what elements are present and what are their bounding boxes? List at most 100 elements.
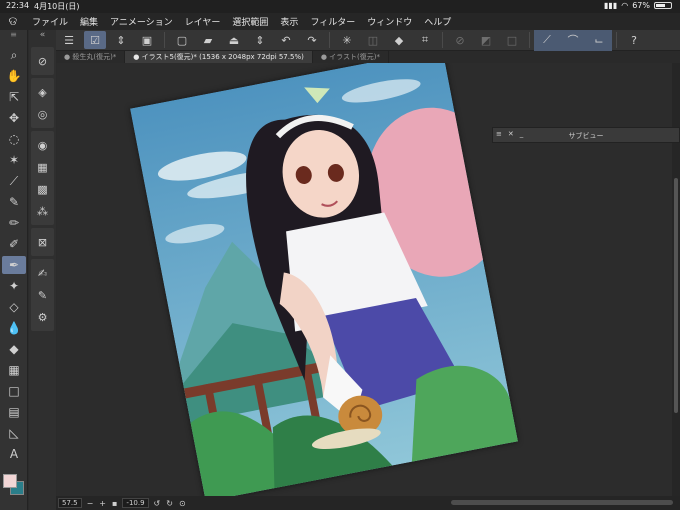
reset-rotation-icon[interactable]: ⊙ xyxy=(179,499,186,508)
clock-time: 22:34 xyxy=(6,1,30,10)
menu-edit[interactable]: 編集 xyxy=(74,15,104,28)
navigator-icon[interactable]: ⊘ xyxy=(31,51,54,71)
frame-icon[interactable]: □ xyxy=(501,31,523,49)
ruler-tools-group: ⟋ ⌒ ⌙ xyxy=(534,29,612,51)
main-color-swatch[interactable] xyxy=(3,474,17,488)
rotate-left-icon[interactable]: ↺ xyxy=(154,499,161,508)
ruler-curve-icon[interactable]: ⌒ xyxy=(562,31,584,49)
gradient-icon[interactable]: ◩ xyxy=(475,31,497,49)
battery-percent: 67% xyxy=(632,1,650,10)
sub-group-4: ⊠ xyxy=(31,228,54,256)
toggle-arrows-icon[interactable]: ⇕ xyxy=(110,31,132,49)
ruler-straight-icon[interactable]: ⌙ xyxy=(588,31,610,49)
menu-help[interactable]: ヘルプ xyxy=(418,15,457,28)
tab-document-3[interactable]: ● イラスト(復元)* xyxy=(313,51,389,63)
redo-icon[interactable]: ↷ xyxy=(301,31,323,49)
sub-view-title: サブビュー xyxy=(568,132,604,140)
vertical-scroll-thumb[interactable] xyxy=(674,178,678,413)
figure-icon[interactable]: □ xyxy=(2,382,26,400)
horizontal-scroll-thumb[interactable] xyxy=(451,500,673,505)
menu-view[interactable]: 表示 xyxy=(274,15,304,28)
menu-filter[interactable]: フィルター xyxy=(304,15,361,28)
text-icon[interactable]: A xyxy=(2,445,26,463)
expand-arrows-icon[interactable]: « xyxy=(29,30,56,44)
airbrush-icon[interactable]: ✒ xyxy=(2,256,26,274)
fit-icon[interactable]: ▪ xyxy=(112,499,117,508)
screen-icon[interactable]: ▣ xyxy=(136,31,158,49)
brush-icon[interactable]: ✐ xyxy=(2,235,26,253)
hamburger-menu-icon[interactable]: ☰ xyxy=(58,31,80,49)
operation-icon[interactable]: ⇱ xyxy=(2,88,26,106)
material-icon[interactable]: ⊠ xyxy=(31,232,54,252)
battery-icon xyxy=(654,2,672,9)
ruler-line-icon[interactable]: ⟋ xyxy=(536,31,558,49)
menu-window[interactable]: ウィンドウ xyxy=(361,15,418,28)
undo-icon[interactable]: ↶ xyxy=(275,31,297,49)
ruler-icon[interactable]: ◺ xyxy=(2,424,26,442)
pen-icon[interactable]: ✎ xyxy=(2,193,26,211)
battery-level xyxy=(656,4,666,7)
color-history-icon[interactable]: ⁂ xyxy=(31,201,54,221)
no-selection-icon[interactable]: ⊘ xyxy=(449,31,471,49)
open-folder-icon[interactable]: ▰ xyxy=(197,31,219,49)
sub-view-panel: ≡ ✕ _ サブビュー xyxy=(492,127,680,143)
hand-icon[interactable]: ✋ xyxy=(2,67,26,85)
eyedropper-icon[interactable]: ⟋ xyxy=(2,172,26,190)
blend-icon[interactable]: 💧 xyxy=(2,319,26,337)
sub-group-5: ✍ ✎ ⚙ xyxy=(31,259,54,331)
palette-handle-icon[interactable]: ≡ xyxy=(0,30,27,44)
menu-file[interactable]: ファイル xyxy=(26,15,74,28)
canvas-status-bar: 57.5 − + ▪ -10.9 ↺ ↻ ⊙ xyxy=(56,496,680,510)
color-swatches[interactable] xyxy=(3,474,25,496)
zoom-field[interactable]: 57.5 xyxy=(58,498,82,508)
fill-icon[interactable]: ◆ xyxy=(2,340,26,358)
document-tabs: ● 殺生丸(復元)* ● イラスト5(復元)* (1536 x 2048px 7… xyxy=(56,51,680,63)
sub-group-1: ⊘ xyxy=(31,47,54,75)
menu-bar: ଡ ファイル 編集 アニメーション レイヤー 選択範囲 表示 フィルター ウィン… xyxy=(0,13,680,30)
menu-layer[interactable]: レイヤー xyxy=(179,15,227,28)
zoom-out-icon[interactable]: − xyxy=(87,499,94,508)
clock-date: 4月10日(日) xyxy=(34,2,80,11)
layer-property-icon[interactable]: ◎ xyxy=(31,104,54,124)
eraser-icon[interactable]: ◇ xyxy=(2,298,26,316)
move-icon[interactable]: ✥ xyxy=(2,109,26,127)
gradient-tool-icon[interactable]: ▦ xyxy=(2,361,26,379)
menu-animation[interactable]: アニメーション xyxy=(104,15,179,28)
magic-wand-icon[interactable]: ✶ xyxy=(2,151,26,169)
artwork-illustration xyxy=(130,63,518,496)
rotate-right-icon[interactable]: ↻ xyxy=(166,499,173,508)
clear-icon[interactable]: ◫ xyxy=(362,31,384,49)
brush-settings-icon[interactable]: ✍ xyxy=(31,263,54,283)
brush-settings-gear-icon[interactable]: ⚙ xyxy=(31,307,54,327)
new-file-icon[interactable]: ▢ xyxy=(171,31,193,49)
color-wheel-icon[interactable]: ◉ xyxy=(31,135,54,155)
separator xyxy=(329,32,330,48)
lasso-icon[interactable]: ◌ xyxy=(2,130,26,148)
sub-group-3: ◉ ▦ ▩ ⁂ xyxy=(31,131,54,225)
help-icon[interactable]: ? xyxy=(623,31,645,49)
layer-panel-icon[interactable]: ◈ xyxy=(31,82,54,102)
fill-bucket-icon[interactable]: ◆ xyxy=(388,31,410,49)
zoom-icon[interactable]: ⌕ xyxy=(2,46,26,64)
crop-icon[interactable]: ⌗ xyxy=(414,31,436,49)
tab-document-1[interactable]: ● 殺生丸(復元)* xyxy=(56,51,126,63)
save-icon[interactable]: ⏏ xyxy=(223,31,245,49)
menu-selection[interactable]: 選択範囲 xyxy=(226,15,274,28)
intermediate-color-icon[interactable]: ▩ xyxy=(31,179,54,199)
frame-border-icon[interactable]: ▤ xyxy=(2,403,26,421)
device-status-bar: 22:34 4月10日(日) ▮▮▮ ◠ 67% xyxy=(0,0,680,13)
separator xyxy=(529,32,530,48)
zoom-in-icon[interactable]: + xyxy=(99,499,106,508)
layers-up-icon[interactable]: ⇕ xyxy=(249,31,271,49)
edit-check-icon[interactable]: ☑ xyxy=(84,31,106,49)
tab-document-2[interactable]: ● イラスト5(復元)* (1536 x 2048px 72dpi 57.5%) xyxy=(125,51,313,63)
loading-spinner-icon[interactable]: ✳ xyxy=(336,31,358,49)
sub-group-2: ◈ ◎ xyxy=(31,78,54,128)
pencil-icon[interactable]: ✏ xyxy=(2,214,26,232)
app-logo-icon[interactable]: ଡ xyxy=(0,14,26,29)
brush-shape-icon[interactable]: ✎ xyxy=(31,285,54,305)
rotation-field[interactable]: -10.9 xyxy=(122,498,149,508)
color-set-icon[interactable]: ▦ xyxy=(31,157,54,177)
decoration-icon[interactable]: ✦ xyxy=(2,277,26,295)
artwork-canvas[interactable] xyxy=(130,63,518,496)
